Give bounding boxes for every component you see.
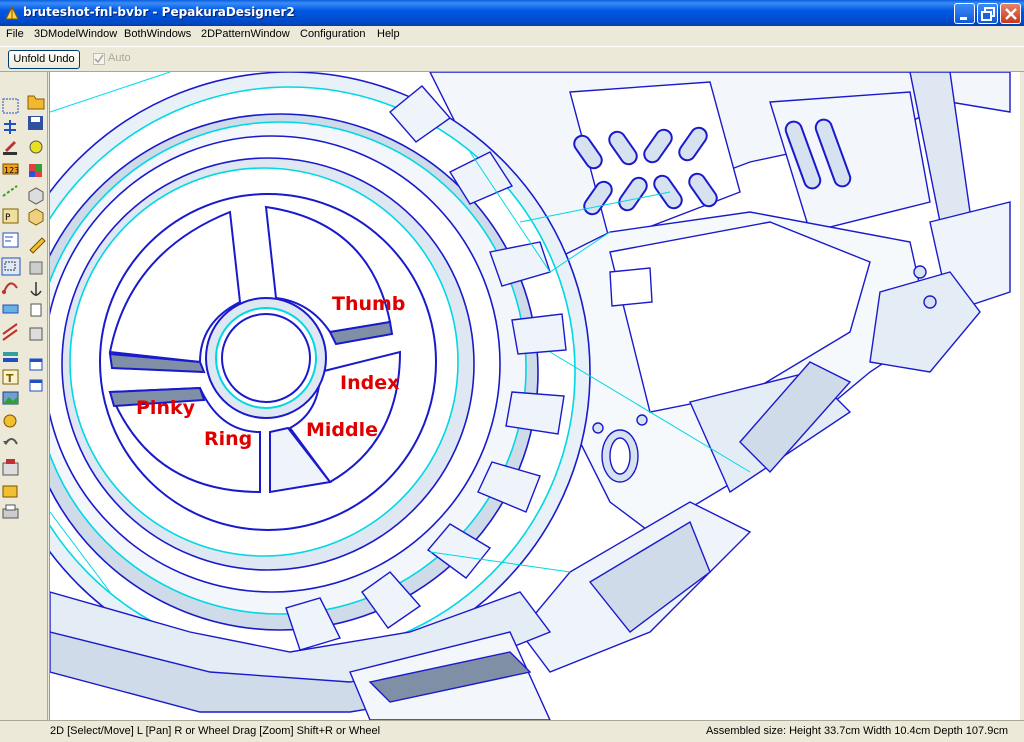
image-icon[interactable]	[2, 391, 19, 405]
rectangle-icon[interactable]	[30, 303, 42, 317]
tool-icons: 123 P T	[1, 95, 46, 519]
box-icon[interactable]	[28, 187, 44, 205]
menu-configuration[interactable]: Configuration	[300, 28, 365, 40]
parts-icon[interactable]	[29, 261, 43, 275]
menu-bar: File 3DModelWindow BothWindows 2DPattern…	[0, 26, 1024, 45]
tool-sidebar: 123 P T	[0, 72, 48, 720]
curve-icon[interactable]	[2, 282, 18, 294]
text-icon[interactable]: T	[2, 369, 19, 385]
save-icon[interactable]	[28, 116, 43, 130]
finger-wheel	[99, 193, 437, 531]
status-bar: 2D [Select/Move] L [Pan] R or Wheel Drag…	[0, 720, 1024, 742]
svg-text:T: T	[6, 372, 14, 385]
restore-button[interactable]	[977, 3, 998, 24]
label-thumb: Thumb	[332, 293, 405, 315]
label-pinky: Pinky	[136, 397, 196, 419]
close-button[interactable]	[1000, 3, 1021, 24]
auto-checkbox[interactable]	[93, 53, 105, 65]
window-title: bruteshot-fnl-bvbr - PepakuraDesigner2	[23, 5, 295, 19]
paint2-icon[interactable]	[3, 414, 17, 428]
copy-icon[interactable]	[2, 485, 18, 498]
label-ring: Ring	[204, 428, 252, 450]
minimize-icon	[960, 17, 967, 20]
flap-icon[interactable]	[2, 232, 19, 248]
svg-text:123: 123	[4, 166, 19, 175]
right-edge	[1020, 72, 1024, 720]
undo-icon[interactable]	[3, 438, 18, 445]
printer-icon[interactable]	[2, 504, 19, 519]
ruler-icon[interactable]	[2, 304, 19, 314]
auto-label: Auto	[108, 52, 131, 64]
layer-icon[interactable]	[3, 352, 18, 362]
move-icon[interactable]	[4, 120, 16, 134]
select-icon[interactable]	[2, 98, 19, 114]
print-icon[interactable]	[2, 459, 19, 476]
label-middle: Middle	[306, 419, 378, 441]
arm-body	[512, 211, 981, 673]
app-window: bruteshot-fnl-bvbr - PepakuraDesigner2 F…	[0, 0, 1024, 742]
edge-icon[interactable]	[2, 185, 18, 197]
toolbar: Unfold Undo Auto	[0, 46, 1024, 72]
paint-icon[interactable]	[3, 141, 17, 155]
open-folder-icon[interactable]	[27, 95, 45, 110]
model-drawing[interactable]: Thumb Index Middle Ring Pinky	[50, 72, 1020, 720]
close-icon	[1005, 8, 1017, 20]
menu-bothwindows[interactable]: BothWindows	[124, 28, 191, 40]
status-hint: 2D [Select/Move] L [Pan] R or Wheel Drag…	[50, 725, 381, 737]
join-icon[interactable]	[2, 323, 18, 341]
window2-icon[interactable]	[29, 379, 43, 392]
box-open-icon[interactable]	[28, 208, 44, 226]
menu-2dpatternwindow[interactable]: 2DPatternWindow	[201, 28, 290, 40]
restore-icon	[981, 7, 995, 21]
cube-color-icon[interactable]	[29, 164, 42, 177]
checkmark-icon	[94, 54, 104, 64]
title-bar[interactable]: bruteshot-fnl-bvbr - PepakuraDesigner2	[0, 0, 1024, 26]
anchor-icon[interactable]	[30, 282, 42, 296]
model-viewport[interactable]: Thumb Index Middle Ring Pinky	[49, 72, 1020, 720]
zoom-fit-icon[interactable]	[29, 327, 43, 341]
menu-file[interactable]: File	[6, 28, 24, 40]
window-icon[interactable]	[29, 358, 43, 371]
brush-icon[interactable]	[29, 140, 43, 154]
menu-3dmodelwindow[interactable]: 3DModelWindow	[34, 28, 117, 40]
svg-text:P: P	[5, 213, 11, 223]
number-icon[interactable]: 123	[2, 163, 19, 175]
label-index: Index	[340, 372, 399, 394]
select-zoom-icon[interactable]	[1, 257, 21, 276]
pencil-icon[interactable]	[29, 237, 46, 254]
unfold-undo-button[interactable]: Unfold Undo	[8, 50, 80, 69]
menu-help[interactable]: Help	[377, 28, 400, 40]
app-icon	[5, 5, 19, 20]
pattern-icon[interactable]: P	[2, 208, 19, 224]
minimize-button[interactable]	[954, 3, 975, 24]
status-assembled-size: Assembled size: Height 33.7cm Width 10.4…	[705, 725, 1008, 737]
